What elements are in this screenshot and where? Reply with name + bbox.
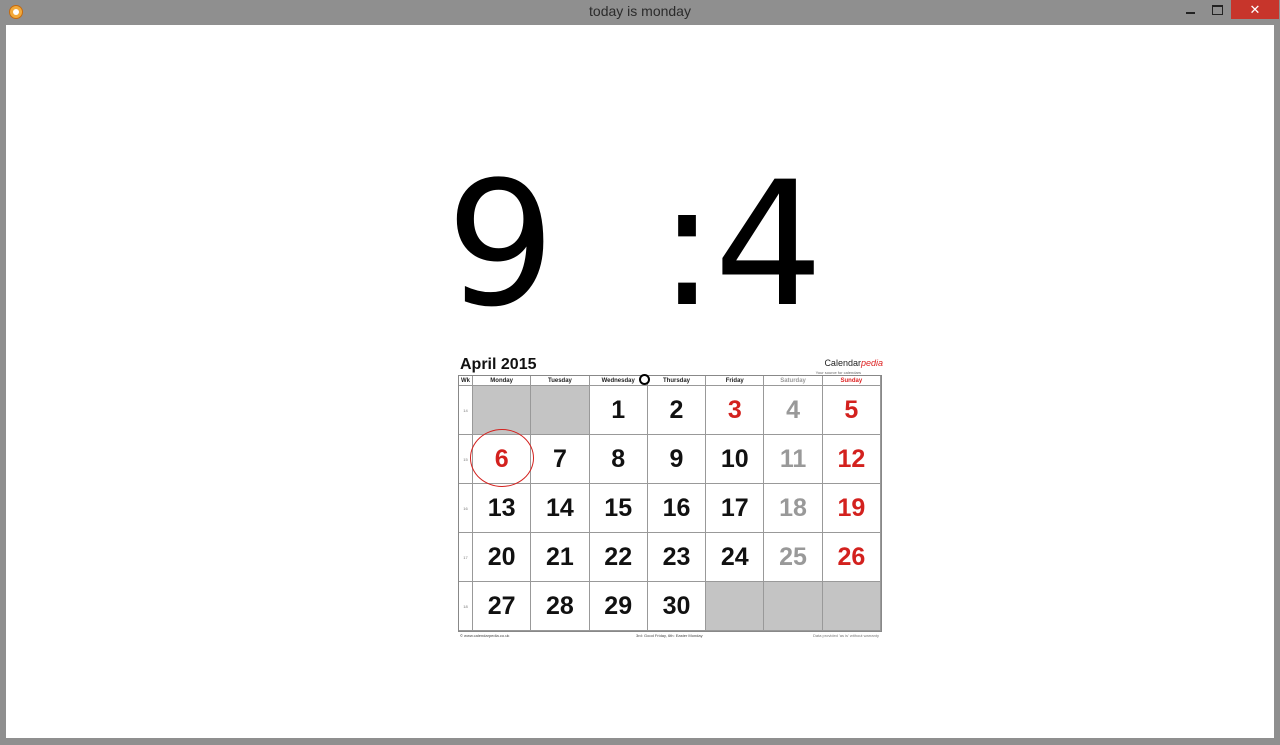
calendar-day-number: 24	[720, 542, 749, 571]
clock-colon: :	[658, 144, 716, 345]
close-button[interactable]: ✕	[1231, 0, 1279, 19]
calendar-footer: © www.calendarpedia.co.uk 3rd: Good Frid…	[458, 633, 883, 639]
clock-display: 9 : 4	[6, 144, 1274, 345]
day-header: Tuesday	[531, 376, 590, 386]
title-bar: today is monday ✕	[0, 0, 1280, 24]
calendar-image: April 2015 Calendarpedia Your source for…	[458, 354, 883, 639]
footer-source: © www.calendarpedia.co.uk	[460, 633, 510, 638]
footer-disclaimer: Data provided 'as is' without warranty	[812, 633, 879, 638]
calendar-day: 8	[589, 435, 648, 484]
calendar-day: 16	[647, 484, 707, 533]
calendar-empty-cell	[706, 582, 765, 631]
calendar-day-number: 16	[662, 493, 691, 522]
close-icon: ✕	[1249, 1, 1261, 17]
calendar-day-number: 1	[611, 395, 626, 424]
calendar-day: 30	[647, 582, 707, 631]
calendar-day-number: 11	[779, 444, 807, 473]
minimize-button[interactable]	[1176, 0, 1204, 19]
calendar-empty-cell	[473, 386, 532, 435]
calendar-title: April 2015	[460, 356, 537, 373]
day-header: Saturday	[764, 376, 823, 386]
calendar-day-number: 29	[604, 591, 633, 620]
calendar-day-number: 18	[779, 493, 807, 522]
calendar-day: 28	[531, 582, 590, 631]
week-number: 16	[459, 484, 473, 533]
week-column-header: Wk	[459, 376, 473, 386]
calendar-day-number: 10	[720, 444, 749, 473]
calendar-day: 12	[822, 435, 881, 484]
calendar-day: 18	[764, 484, 823, 533]
week-number: 17	[459, 533, 473, 582]
calendar-day-number: 22	[604, 542, 633, 571]
calendar-day-number: 5	[844, 395, 859, 424]
calendar-day-number: 9	[669, 444, 684, 473]
clock-hour: 9	[446, 144, 556, 345]
calendar-day: 14	[531, 484, 590, 533]
calendar-day: 10	[706, 435, 765, 484]
calendar-day: 11	[764, 435, 823, 484]
calendar-day: 26	[822, 533, 881, 582]
calendar-day: 1	[589, 386, 648, 435]
mouse-cursor-icon	[639, 374, 650, 385]
calendar-day-number: 26	[837, 542, 866, 571]
maximize-button[interactable]	[1203, 0, 1231, 19]
calendar-day: 21	[531, 533, 590, 582]
calendar-brand-logo: Calendarpedia	[824, 358, 883, 368]
calendar-day: 23	[647, 533, 707, 582]
calendar-empty-cell	[531, 386, 590, 435]
calendar-day: 2	[647, 386, 707, 435]
window-title: today is monday	[589, 3, 691, 19]
calendar-day-number: 21	[546, 542, 574, 571]
calendar-day-number: 27	[487, 591, 516, 620]
calendar-day: 25	[764, 533, 823, 582]
day-header: Friday	[706, 376, 765, 386]
clock-minute: 4	[714, 144, 824, 345]
calendar-day-number: 13	[487, 493, 516, 522]
day-header: Thursday	[647, 376, 707, 386]
calendar-day-number: 28	[546, 591, 574, 620]
maximize-icon	[1211, 4, 1223, 15]
calendar-day-number: 20	[487, 542, 516, 571]
today-circle-marker	[470, 429, 534, 487]
minimize-icon	[1185, 11, 1195, 14]
calendar-day-number: 12	[837, 444, 866, 473]
calendar-day-number: 4	[786, 395, 801, 424]
calendar-day-number: 23	[662, 542, 691, 571]
calendar-day-number: 3	[727, 395, 742, 424]
calendar-day: 29	[589, 582, 648, 631]
calendar-day: 19	[822, 484, 881, 533]
calendar-day: 4	[764, 386, 823, 435]
calendar-day: 27	[473, 582, 532, 631]
client-area: 9 : 4 April 2015 Calendarpedia Your sour…	[6, 25, 1274, 738]
calendar-day: 13	[473, 484, 532, 533]
calendar-day-number: 8	[611, 444, 626, 473]
calendar-day: 24	[706, 533, 765, 582]
calendar-day-number: 7	[552, 444, 567, 473]
week-number: 14	[459, 386, 473, 435]
calendar-day: 6	[470, 429, 534, 487]
calendar-day: 20	[473, 533, 532, 582]
calendar-day: 22	[589, 533, 648, 582]
calendar-day: 7	[531, 435, 590, 484]
calendar-day: 17	[706, 484, 765, 533]
calendar-empty-cell	[822, 582, 881, 631]
week-number: 18	[459, 582, 473, 631]
calendar-day-number: 19	[837, 493, 866, 522]
calendar-day-number: 15	[604, 493, 633, 522]
calendar-day: 5	[822, 386, 881, 435]
day-header: Monday	[473, 376, 532, 386]
day-header: Sunday	[822, 376, 881, 386]
calendar-grid: Wk Monday Tuesday Wednesday Thursday Friday Sa…	[458, 375, 882, 632]
calendar-day-number: 17	[720, 493, 749, 522]
calendar-day-number: 2	[669, 395, 684, 424]
footer-holidays: 3rd: Good Friday, 6th: Easter Monday	[636, 633, 703, 638]
calendar-day: 15	[589, 484, 648, 533]
calendar-empty-cell	[764, 582, 823, 631]
calendar-day: 9	[647, 435, 707, 484]
calendar-day-number: 14	[546, 493, 574, 522]
calendar-day-number: 25	[779, 542, 807, 571]
calendar-day-number: 30	[662, 591, 691, 620]
calendar-day: 3	[706, 386, 765, 435]
